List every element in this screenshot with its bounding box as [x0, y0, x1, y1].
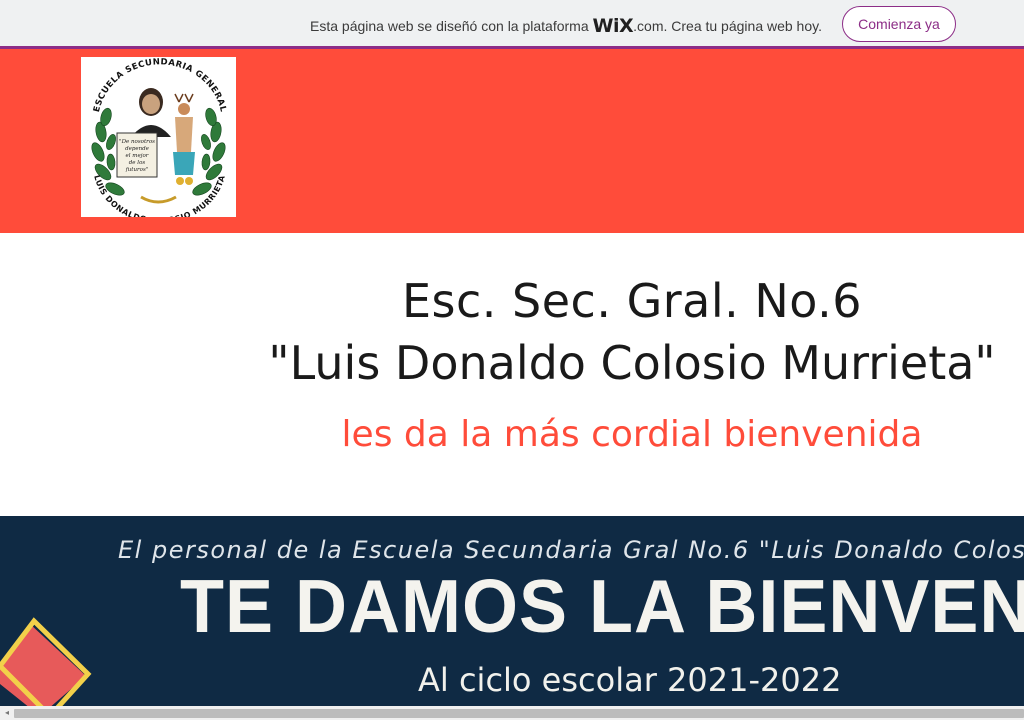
svg-text:futuros": futuros": [125, 167, 149, 173]
school-name-line2: "Luis Donaldo Colosio Murrieta": [268, 336, 996, 390]
svg-text:el mejor: el mejor: [126, 153, 149, 159]
banner-staff-line: El personal de la Escuela Secundaria Gra…: [118, 536, 1024, 564]
wix-logo[interactable]: WiX: [593, 15, 634, 37]
school-logo[interactable]: "De nosotros depende el mejor de los fut…: [81, 57, 236, 217]
wix-promo-text-after: .com. Crea tu página web hoy.: [633, 18, 822, 34]
banner-school-year: Al ciclo escolar 2021-2022: [418, 661, 842, 699]
horizontal-scrollbar[interactable]: ◂: [0, 706, 1024, 720]
svg-text:de los: de los: [129, 160, 146, 166]
decorative-square-icon: [0, 617, 92, 706]
logo-bottom-text: LUIS DONALDO COLOSIO MURRIETA: [92, 174, 226, 217]
chevron-left-icon[interactable]: ◂: [2, 708, 12, 718]
banner-headline: TE DAMOS LA BIENVENIDA: [180, 565, 1024, 649]
welcome-banner-image: El personal de la Escuela Secundaria Gra…: [0, 516, 1024, 706]
logo-scroll-line: el mejor: [126, 153, 149, 159]
svg-text:"De nosotros: "De nosotros: [119, 139, 155, 145]
svg-text:LUIS DONALDO COLOSIO MURRIETA: LUIS DONALDO COLOSIO MURRIETA: [92, 174, 227, 217]
welcome-subtitle: les da la más cordial bienvenida: [341, 414, 923, 455]
school-name-line1: Esc. Sec. Gral. No.6: [401, 274, 862, 328]
logo-scroll-line: depende: [125, 146, 150, 152]
logo-scroll-line: futuros": [125, 167, 149, 173]
logo-scroll-line: de los: [129, 160, 146, 166]
scrollbar-thumb[interactable]: [14, 709, 1024, 718]
wix-promo-text-before: Esta página web se diseñó con la platafo…: [310, 18, 593, 34]
get-started-button[interactable]: Comienza ya: [842, 6, 956, 42]
logo-scroll-line: "De nosotros: [119, 139, 155, 145]
wix-promo-text: Esta página web se diseñó con la platafo…: [310, 14, 822, 37]
wix-promo-bar: Esta página web se diseñó con la platafo…: [0, 0, 1024, 49]
school-emblem-icon: "De nosotros depende el mejor de los fut…: [91, 57, 227, 217]
svg-text:depende: depende: [125, 146, 150, 152]
